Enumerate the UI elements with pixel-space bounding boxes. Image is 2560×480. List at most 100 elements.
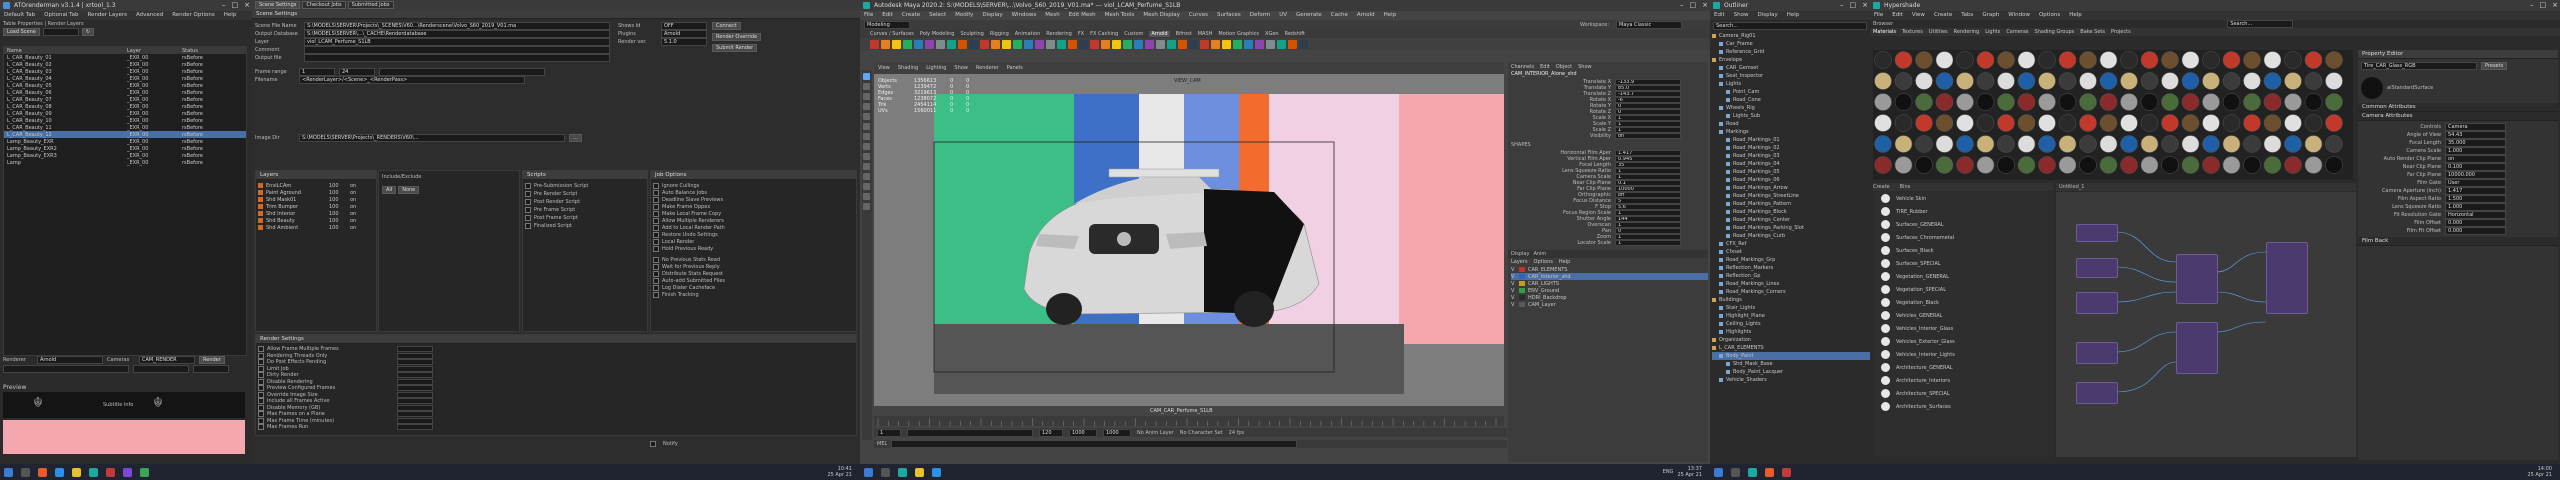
display-layer-row[interactable]: V HDRI_Backdrop xyxy=(1511,294,1708,301)
material-swatch[interactable] xyxy=(2243,93,2261,111)
menu-item[interactable]: Create xyxy=(902,11,920,20)
shelf-tool-icon[interactable] xyxy=(1079,39,1088,49)
material-swatch[interactable] xyxy=(2181,156,2200,174)
material-list-item[interactable]: Vehicles_Exterior_Glass xyxy=(1873,335,2053,348)
material-swatch[interactable] xyxy=(2202,72,2220,90)
menu-item[interactable]: Edit xyxy=(882,11,893,20)
table-row[interactable]: L_CAR_Beauty_07 _EXR_00 rsBefore xyxy=(4,96,246,103)
outliner-item[interactable]: Shd_Mask_Base xyxy=(1712,360,1870,368)
menu-item[interactable]: Edit Mesh xyxy=(1069,11,1096,20)
material-swatch[interactable] xyxy=(1915,135,1933,153)
table-row[interactable]: Lamp _EXR_00 rsBefore xyxy=(4,159,246,166)
shelf-tab[interactable]: FX xyxy=(1078,31,1084,37)
prop-value[interactable]: 1.000 xyxy=(2445,147,2506,155)
material-swatch[interactable] xyxy=(2161,51,2179,69)
panel-menu-item[interactable]: Lighting xyxy=(926,65,946,71)
option-checkbox[interactable] xyxy=(653,224,659,231)
material-swatch[interactable] xyxy=(1997,135,2015,153)
browser-tab[interactable]: Textures xyxy=(1902,29,1923,35)
outliner-item[interactable]: Road_Markings_05 xyxy=(1712,168,1870,176)
outliner-item[interactable]: Envelope xyxy=(1712,56,1870,64)
anim-layer[interactable]: No Anim Layer xyxy=(1137,430,1174,436)
tool-icon[interactable] xyxy=(863,193,870,200)
shader-node[interactable] xyxy=(2076,224,2118,242)
outliner-item[interactable]: Road_Markings_03 xyxy=(1712,152,1870,160)
menu-item[interactable]: Generate xyxy=(1296,11,1322,20)
render-option-field[interactable] xyxy=(397,346,433,353)
shader-node[interactable] xyxy=(2176,322,2218,374)
option-checkbox[interactable] xyxy=(653,270,659,277)
shelf-tab[interactable]: Rendering xyxy=(1046,31,1072,37)
option-checkbox[interactable] xyxy=(653,182,659,189)
tool-icon[interactable] xyxy=(863,133,870,140)
menu-item[interactable]: Render Options xyxy=(172,11,215,20)
tab-submitted-jobs[interactable]: Submitted Jobs xyxy=(347,1,394,9)
shelf-tool-icon[interactable] xyxy=(1277,39,1286,49)
tool-icon[interactable] xyxy=(863,103,870,110)
menu-item[interactable]: Window xyxy=(2008,11,2030,20)
shelf-tab[interactable]: Rigging xyxy=(990,31,1009,37)
tab-scene-settings[interactable]: Scene Settings xyxy=(255,1,301,9)
prop-node-field[interactable]: Tire_CAR_Glass_RGB xyxy=(2361,62,2477,70)
material-swatch[interactable] xyxy=(2038,114,2056,132)
menu-item[interactable]: Default Tab xyxy=(4,11,35,20)
outliner-item[interactable]: Road_Markings_StreetLine xyxy=(1712,192,1870,200)
material-swatch[interactable] xyxy=(2263,114,2282,132)
menu-item[interactable]: Edit xyxy=(1892,11,1903,20)
prop-value[interactable]: User xyxy=(2445,179,2506,187)
browser-tab[interactable]: Shading Groups xyxy=(2035,29,2075,35)
material-swatch[interactable] xyxy=(2058,156,2077,174)
channel-box-tab[interactable]: Channels xyxy=(1511,64,1534,70)
material-swatch[interactable] xyxy=(2325,135,2343,153)
material-swatch[interactable] xyxy=(2263,135,2282,153)
option-checkbox[interactable] xyxy=(653,277,659,284)
material-swatch[interactable] xyxy=(2325,114,2343,132)
material-swatch[interactable] xyxy=(1894,51,1913,69)
channel-row[interactable]: Visibility on xyxy=(1511,133,1708,139)
prop-value[interactable]: Horizontal xyxy=(2445,211,2506,219)
material-swatch[interactable] xyxy=(2181,114,2200,132)
table-row[interactable]: L_CAR_Beauty_09 _EXR_00 rsBefore xyxy=(4,110,246,117)
prop-value[interactable]: 1.000 xyxy=(2445,203,2506,211)
material-swatch[interactable] xyxy=(2120,72,2138,90)
material-swatch[interactable] xyxy=(1976,72,1995,90)
outliner-item[interactable]: Reflection_Markers xyxy=(1712,264,1870,272)
material-swatch[interactable] xyxy=(1997,51,2015,69)
tool-icon[interactable] xyxy=(863,173,870,180)
material-swatch[interactable] xyxy=(2120,114,2138,132)
range-bar[interactable] xyxy=(907,428,1033,437)
table-row[interactable]: Lamp_Beauty_EXR3 _EXR_00 rsBefore xyxy=(4,152,246,159)
material-swatch[interactable] xyxy=(1894,72,1913,90)
table-row[interactable]: Lamp_Beauty_EXR _EXR_00 rsBefore xyxy=(4,138,246,145)
material-swatch[interactable] xyxy=(1976,135,1995,153)
prop-value[interactable]: 0.000 xyxy=(2445,227,2506,235)
mode-dropdown[interactable]: Modeling xyxy=(864,21,910,29)
outliner-item[interactable]: Highlight_Plane xyxy=(1712,312,1870,320)
option-checkbox[interactable] xyxy=(653,245,659,252)
shelf-tool-icon[interactable] xyxy=(870,39,879,49)
tool-icon[interactable] xyxy=(863,163,870,170)
material-swatch[interactable] xyxy=(2017,114,2036,132)
table-row[interactable]: L_CAR_Beauty_06 _EXR_00 rsBefore xyxy=(4,89,246,96)
shelf-tab[interactable]: XGen xyxy=(1265,31,1279,37)
material-swatch[interactable] xyxy=(1894,156,1913,174)
material-swatch[interactable] xyxy=(2263,72,2282,90)
material-swatch[interactable] xyxy=(2099,51,2118,69)
material-list-item[interactable]: Surfaces_SPECIAL xyxy=(1873,257,2053,270)
prop-value[interactable]: 54.43 xyxy=(2445,131,2506,139)
browser-tab[interactable]: Materials xyxy=(1873,29,1896,35)
shelf-tool-icon[interactable] xyxy=(1112,39,1121,49)
material-swatch[interactable] xyxy=(2284,72,2302,90)
none-button[interactable]: None xyxy=(398,186,420,194)
outliner-item[interactable]: Road_Markings_Lines xyxy=(1712,280,1870,288)
menu-item[interactable]: Tabs xyxy=(1961,11,1973,20)
material-list-item[interactable]: Architecture_GENERAL xyxy=(1873,361,2053,374)
shelf-tab[interactable]: Arnold xyxy=(1149,31,1170,37)
workspace-dropdown[interactable]: Maya Classic xyxy=(1616,21,1682,29)
shelf-tool-icon[interactable] xyxy=(1211,39,1220,49)
menu-item[interactable]: View xyxy=(1912,11,1925,20)
menu-item[interactable]: Show xyxy=(1734,11,1749,20)
load-button[interactable]: Load Scene xyxy=(3,28,40,36)
outliner-item[interactable]: Lights xyxy=(1712,80,1870,88)
render-option-checkbox[interactable] xyxy=(258,359,264,366)
